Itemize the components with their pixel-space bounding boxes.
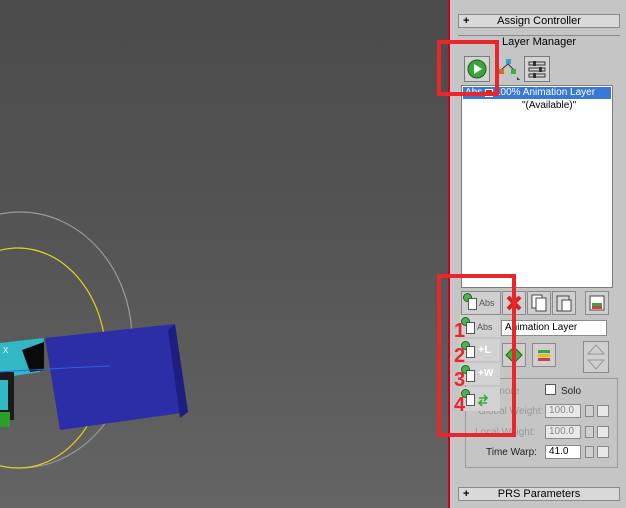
paste-icon: [556, 295, 572, 312]
annotation-number-1: 1: [454, 320, 466, 342]
blue-box-object: [45, 324, 188, 430]
time-warp-label: Time Warp:: [486, 447, 537, 458]
time-warp-field[interactable]: 41.0: [545, 445, 581, 459]
rollout-plus: +: [463, 15, 470, 27]
highlight-new-layer-flyout: [437, 274, 516, 437]
collapse-layer-button[interactable]: [585, 291, 609, 315]
copy-layer-button[interactable]: [527, 291, 551, 315]
axis-label: X: [3, 346, 9, 355]
annotation-number-3: 3: [454, 369, 466, 391]
stack-icon: [538, 350, 550, 361]
rollout-title: Layer Manager: [502, 36, 576, 48]
rollout-plus: +: [463, 488, 470, 500]
annotation-number-2: 2: [454, 345, 466, 367]
global-weight-spinner[interactable]: [585, 405, 594, 417]
highlight-play-button: [437, 40, 499, 96]
move-layer-button[interactable]: [583, 341, 609, 373]
time-warp-key-icon[interactable]: [597, 446, 609, 458]
global-weight-key-icon[interactable]: [597, 405, 609, 417]
local-weight-field[interactable]: 100.0: [545, 425, 581, 439]
viewport[interactable]: X: [0, 0, 448, 508]
global-weight-field[interactable]: 100.0: [545, 404, 581, 418]
prs-parameters-rollout[interactable]: + PRS Parameters: [458, 487, 620, 501]
time-warp-spinner[interactable]: [585, 446, 594, 458]
solo-label: Solo: [561, 386, 582, 397]
layer-row-label: 100% Animation Layer: [495, 87, 596, 98]
available-row[interactable]: "(Available)": [522, 100, 576, 111]
paste-layer-button[interactable]: [552, 291, 576, 315]
copy-icon: [531, 294, 547, 312]
local-weight-spinner[interactable]: [585, 426, 594, 438]
viewport-scene: X: [0, 211, 188, 469]
collapse-to-base-button[interactable]: [532, 343, 556, 367]
list-settings-icon: [528, 61, 546, 78]
layer-properties-button[interactable]: [524, 56, 550, 82]
layer-name-field[interactable]: Animation Layer: [501, 320, 607, 336]
collapse-icon: [589, 295, 605, 311]
local-weight-key-icon[interactable]: [597, 426, 609, 438]
layer-list[interactable]: Abs 100% Animation Layer "(Available)": [461, 85, 613, 288]
annotation-number-4: 4: [454, 394, 466, 416]
solo-checkbox[interactable]: [545, 384, 556, 395]
rollout-title: PRS Parameters: [497, 488, 581, 500]
assign-controller-rollout[interactable]: + Assign Controller: [458, 14, 620, 28]
rollout-title: Assign Controller: [497, 15, 581, 27]
up-down-arrows-icon: [586, 344, 606, 370]
